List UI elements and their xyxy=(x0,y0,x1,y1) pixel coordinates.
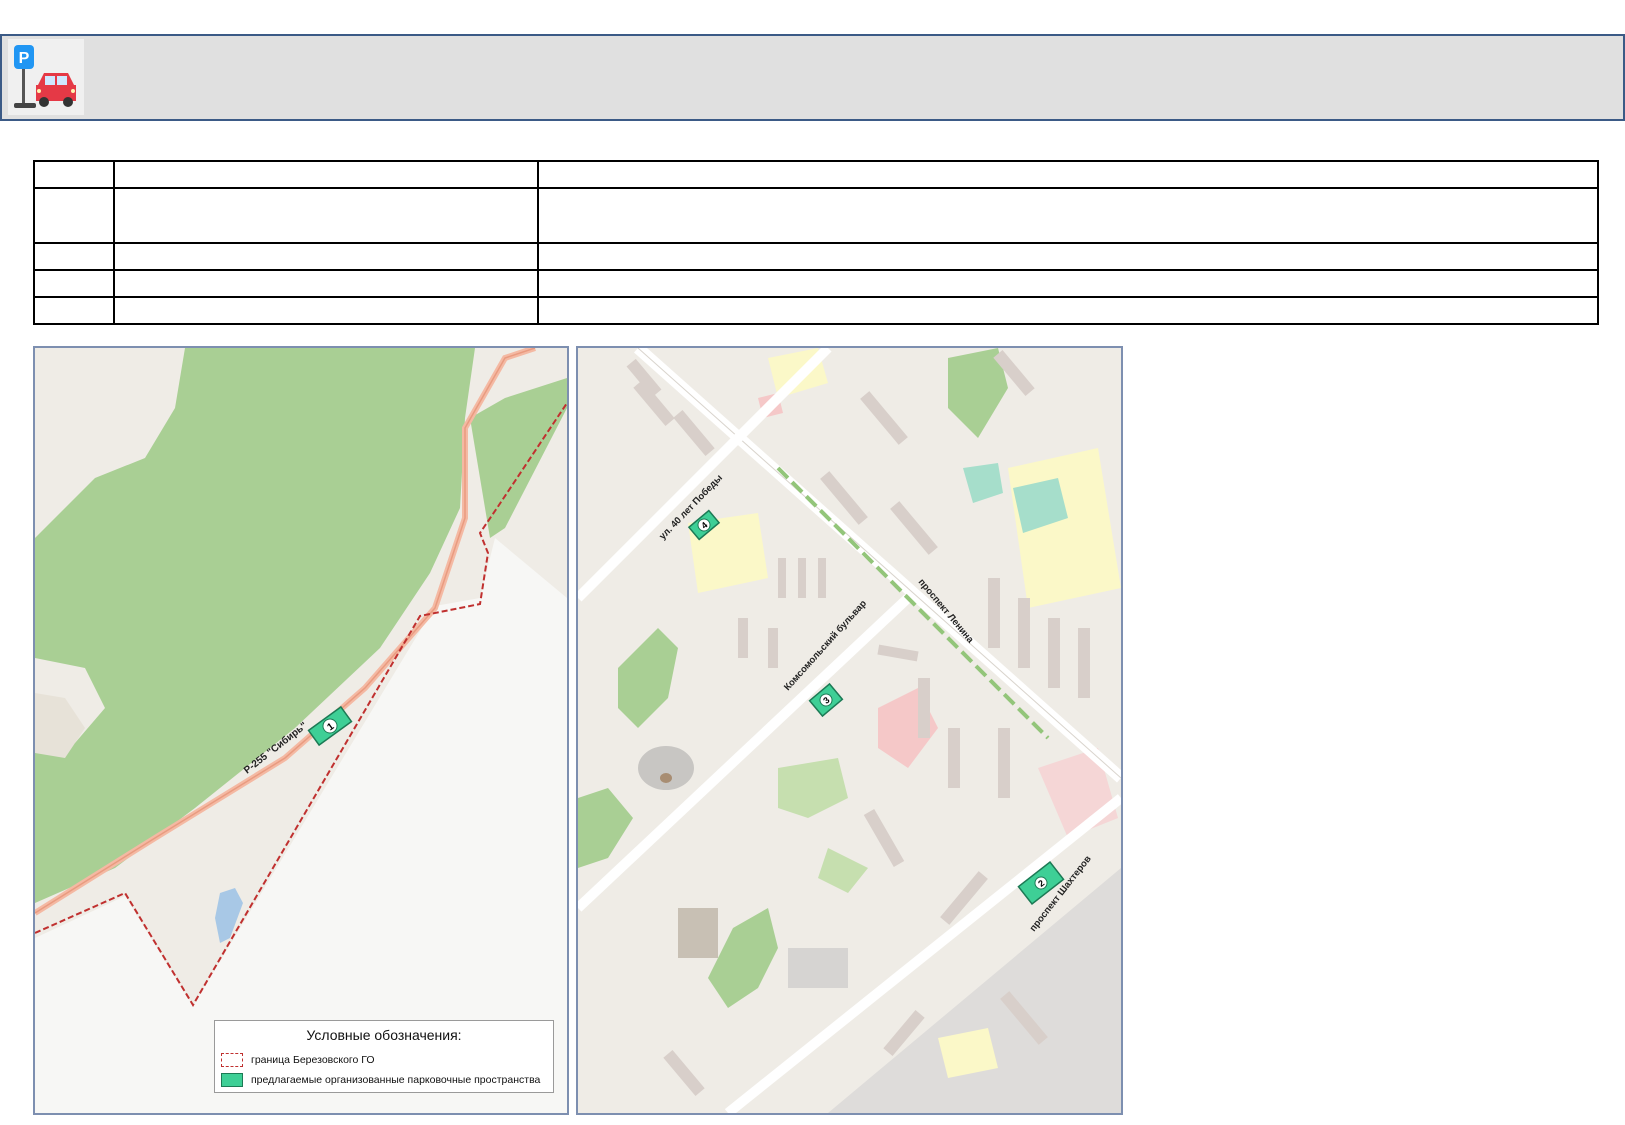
map-left-canvas: 1 Р-255 "Сибирь" xyxy=(35,348,567,1113)
legend-title: Условные обозначения: xyxy=(306,1027,462,1043)
table-row xyxy=(33,242,1599,271)
table-row xyxy=(33,160,1599,189)
legend-item-parking: предлагаемые организованные парковочные … xyxy=(221,1073,540,1087)
table-row xyxy=(33,296,1599,325)
legend-swatch-boundary xyxy=(221,1053,243,1067)
legend-swatch-parking xyxy=(221,1073,243,1087)
table-cell xyxy=(33,242,115,271)
map-right-panel[interactable]: 4 3 2 ул. 40 лет Победы Комсомольский бу… xyxy=(576,346,1123,1115)
table-cell xyxy=(537,296,1599,325)
legend-label-boundary: граница Березовского ГО xyxy=(251,1054,375,1066)
table-cell xyxy=(33,160,115,189)
header-bar: P xyxy=(0,34,1625,121)
info-table xyxy=(33,160,1599,325)
map-legend: Условные обозначения: граница Березовско… xyxy=(214,1020,554,1093)
table-cell xyxy=(537,187,1599,244)
table-cell xyxy=(33,187,115,244)
svg-text:P: P xyxy=(19,50,30,67)
table-cell xyxy=(33,269,115,298)
table-cell xyxy=(537,242,1599,271)
table-row xyxy=(33,269,1599,298)
table-cell xyxy=(537,269,1599,298)
table-cell xyxy=(113,242,539,271)
map-right-canvas: 4 3 2 ул. 40 лет Победы Комсомольский бу… xyxy=(578,348,1121,1113)
table-row xyxy=(33,187,1599,244)
table-cell xyxy=(33,296,115,325)
table-cell xyxy=(113,160,539,189)
legend-item-boundary: граница Березовского ГО xyxy=(221,1053,375,1067)
table-cell xyxy=(537,160,1599,189)
map-left-panel[interactable]: 1 Р-255 "Сибирь" xyxy=(33,346,569,1115)
table-cell xyxy=(113,269,539,298)
table-cell xyxy=(113,296,539,325)
table-cell xyxy=(113,187,539,244)
parking-car-icon: P xyxy=(8,39,84,115)
legend-label-parking: предлагаемые организованные парковочные … xyxy=(251,1074,541,1086)
